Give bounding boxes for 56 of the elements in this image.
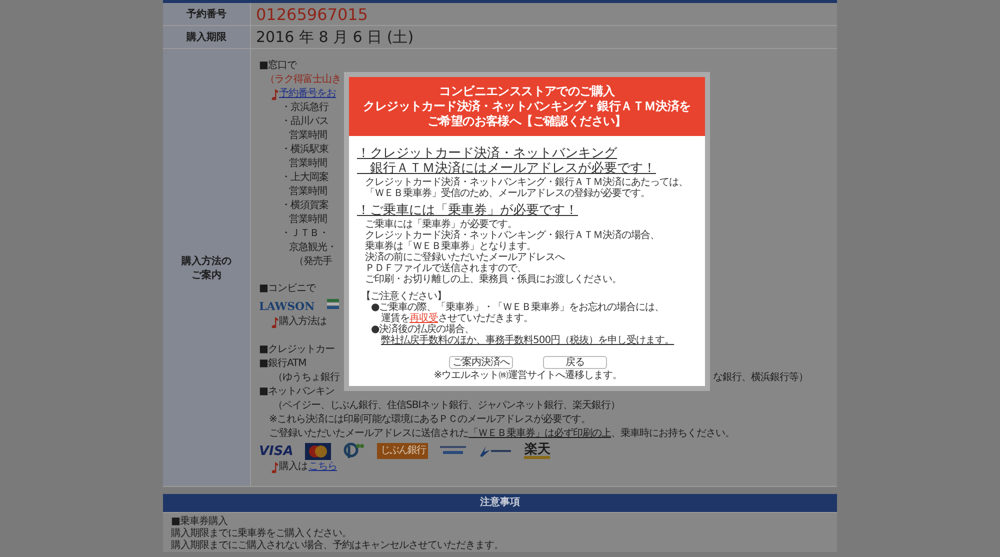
section-heading: ■コンビニで [259,283,316,294]
rakuten-logo: 楽天 [524,443,550,459]
guide-text: 京急観光・ [289,242,336,253]
back-button[interactable]: 戻る [543,356,607,369]
guide-text: ・品川バス [281,116,328,127]
guide-text: ※これら決済には印刷可能な環境にあるＰＣのメールアドレスが必要です。 [269,414,590,425]
guide-text: ご登録いただいたメールアドレスに送信された「ＷＥＢ乗車券」は必ず印刷の上、乗車時にお持ちください。 [269,428,734,439]
section-heading: ■窓口で [259,60,296,71]
field-value: 2016 年 8 月 6 日 (土) [256,28,414,46]
guide-text: 営業時間 [289,214,327,225]
bank-logo-icon [478,444,512,458]
field-label: 購入方法のご案内 [180,254,232,282]
payeasy-logo-icon [343,442,366,460]
guide-text: な銀行、横浜銀行等） [713,371,809,385]
guide-text: 営業時間 [289,158,327,169]
guide-text: （ペイジー、じぶん銀行、住信SBIネット銀行、ジャパンネット銀行、楽天銀行） [273,400,620,411]
guide-text: （発売手 [294,256,332,267]
caution-text: ●ご乗車の際、「乗車券」・「ＷＥＢ乗車券」をお忘れの場合には、 運賃を再収受させていただきます。 [371,302,666,324]
guide-text: 営業時間 [289,186,327,197]
guide-text: ・京浜急行 [281,102,328,113]
section-header: 注意事項 [163,494,837,512]
note-text: 購入は [279,460,308,474]
lawson-logo: LAWSON [259,300,315,312]
caution-heading: 【ご注意ください】 [361,291,446,302]
dialog-text: クレジットカード決済・ネットバンキング・銀行ＡＴＭ決済にあたっては、 「ＷＥＢ乗車券」受信のため、メールアドレスの登録が必要です。 [365,177,689,199]
guide-text: ・横浜駅東 [281,144,328,155]
section-heading: ■銀行ATM [259,358,306,369]
guide-text: ・ＪＴＢ・ [281,228,328,239]
footnote-text: ※ウエルネット㈱運営サイトへ遷移します。 [434,370,622,381]
card-logo-icon [305,442,332,460]
guide-text: ・上大岡案 [281,172,328,183]
field-value: 01265967015 [256,4,368,24]
guide-text: （ラク得富士山き [265,74,341,85]
section-heading: ■クレジットカー [259,344,334,355]
notice-text: 購入期限までにご購入されない場合、予約はキャンセルさせていただきます。 [171,540,504,551]
note-text: 購入方法は [279,315,326,329]
section-heading: ■ネットバンキン [259,386,334,397]
bank-logo-icon [440,446,466,456]
dialog-text: ご乗車には「乗車券」が必要です。 クレジットカード決済・ネットバンキング・銀行ＡＴＭ決済の場合、 乗車券は「ＷＥＢ乗車券」となります。 決済の前にご登録いただいたメールアドレスへ ＰＤＦファイルで送信されますので、 ご印刷・お切り離しの上、乗務員・係員にお渡しください。 [365,219,660,285]
dialog-title: コンビニエンスストアでのご購入 クレジットカード決済・ネットバンキング・銀行ＡＴＭ決済を ご希望のお客様へ【ご確認ください】 [349,77,705,136]
caution-text: ●決済後の払戻の場合、 弊社払戻手数料のほか、事務手数料500円（税抜）を申し受けます。 [371,324,676,346]
bank-logo: じぶん銀行 [377,443,428,459]
notice-text: 購入期限までに乗車券をご購入ください。 [171,528,352,539]
guide-text: ・横須賀案 [281,200,328,211]
warning-heading: ！クレジットカード決済・ネットバンキング 銀行ＡＴＭ決済にはメールアドレスが必要です！ [357,146,657,176]
warning-heading: ！ご乗車には「乗車券」が必要です！ [357,203,579,218]
notice-text: ■乗車券購入 [171,516,228,527]
music-note-icon [271,462,278,472]
payment-button[interactable]: ご案内決済へ [449,356,513,369]
guide-text: （ゆうちょ銀行 [273,372,340,383]
guide-text: 営業時間 [289,130,327,141]
music-note-icon [271,88,278,100]
field-label: 予約番号 [163,3,251,25]
music-note-icon [271,316,278,328]
field-label: 購入期限 [163,26,251,48]
visa-logo: VISA [259,444,294,458]
